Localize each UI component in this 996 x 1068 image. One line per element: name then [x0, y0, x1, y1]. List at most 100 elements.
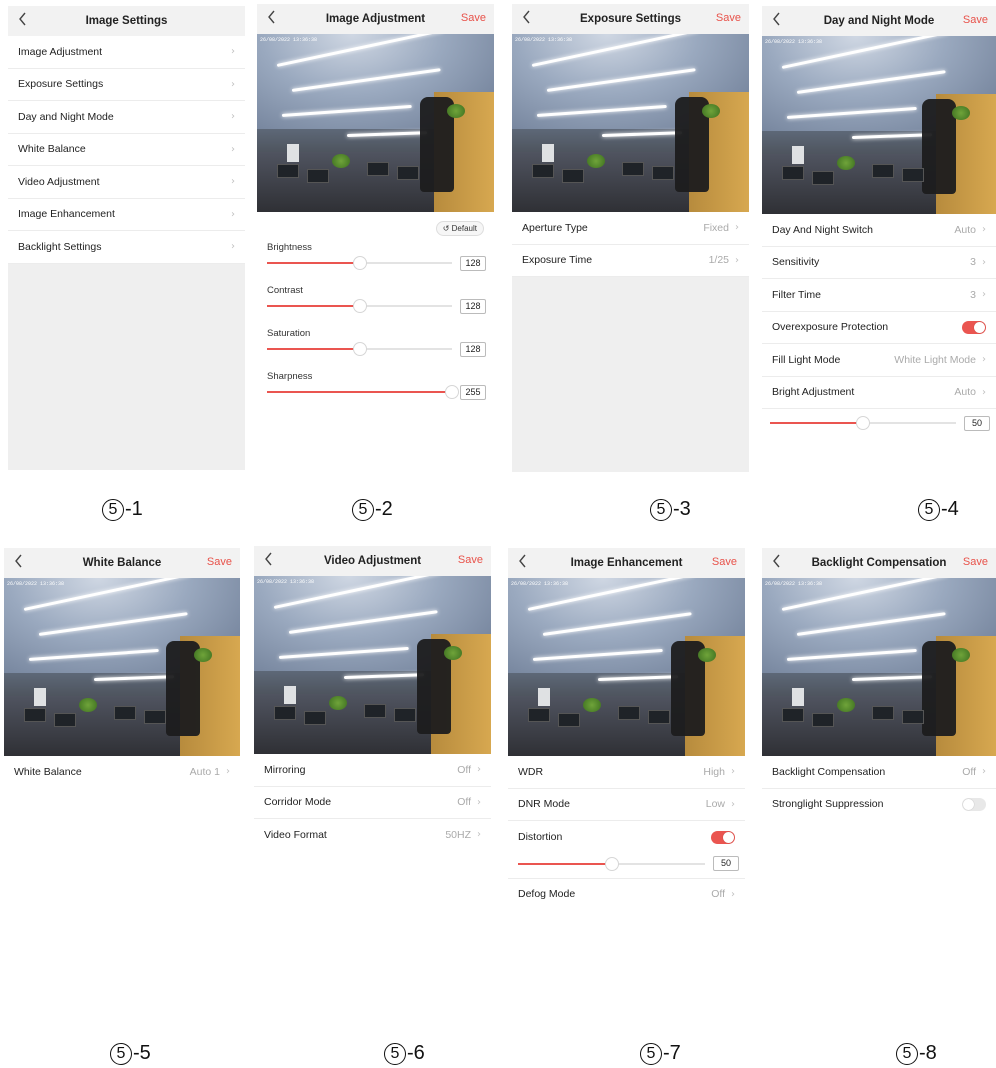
- suppression-toggle[interactable]: [962, 797, 986, 811]
- back-button[interactable]: [518, 554, 528, 568]
- chevron-left-icon: [773, 12, 780, 26]
- slider-thumb[interactable]: [604, 856, 619, 871]
- camera-timestamp: 26/08/2022 13:36:38: [257, 579, 315, 585]
- row-label: White Balance: [14, 765, 82, 778]
- sharpness-label: Sharpness: [267, 371, 313, 382]
- back-button[interactable]: [264, 552, 274, 566]
- page-title: Exposure Settings: [580, 13, 681, 25]
- menu-item-label: Day and Night Mode: [18, 110, 114, 123]
- saturation-label: Saturation: [267, 328, 311, 339]
- exposure-time-row[interactable]: Exposure Time 1/25 ›: [512, 245, 749, 277]
- row-value: Low: [705, 798, 725, 811]
- sensitivity-row[interactable]: Sensitivity 3 ›: [762, 247, 996, 279]
- contrast-slider[interactable]: 128: [267, 296, 486, 316]
- screen-image-adjustment: Image Adjustment Save 26/08/2022 13:36:3…: [257, 4, 494, 474]
- backlight-compensation-row[interactable]: Backlight Compensation Off ›: [762, 756, 996, 789]
- menu-item-day-night-mode[interactable]: Day and Night Mode ›: [8, 101, 245, 134]
- save-button[interactable]: Save: [963, 556, 988, 568]
- menu-item-video-adjustment[interactable]: Video Adjustment ›: [8, 166, 245, 199]
- chevron-right-icon: ›: [731, 888, 735, 900]
- chevron-right-icon: ›: [477, 829, 481, 841]
- chevron-left-icon: [268, 10, 275, 24]
- brightness-slider[interactable]: 128: [267, 253, 486, 273]
- saturation-slider[interactable]: 128: [267, 339, 486, 359]
- overexposure-toggle[interactable]: [962, 320, 986, 334]
- circled-number: 5: [640, 1042, 662, 1065]
- menu-item-label: Image Adjustment: [18, 45, 103, 58]
- circled-number: 5: [352, 498, 374, 521]
- back-button[interactable]: [267, 10, 277, 24]
- save-button[interactable]: Save: [716, 12, 741, 24]
- save-button[interactable]: Save: [458, 554, 483, 566]
- save-button[interactable]: Save: [963, 14, 988, 26]
- slider-thumb[interactable]: [445, 385, 459, 399]
- default-button[interactable]: ↺ Default: [435, 221, 484, 236]
- menu-item-exposure-settings[interactable]: Exposure Settings ›: [8, 69, 245, 101]
- corridor-mode-row[interactable]: Corridor Mode Off ›: [254, 787, 491, 819]
- header: Image Adjustment Save: [257, 4, 494, 34]
- day-night-switch-row[interactable]: Day And Night Switch Auto ›: [762, 214, 996, 247]
- row-value: 3: [970, 256, 976, 269]
- back-button[interactable]: [772, 12, 782, 26]
- caption-suffix: -6: [407, 1042, 425, 1065]
- filter-time-row[interactable]: Filter Time 3 ›: [762, 279, 996, 312]
- contrast-label: Contrast: [267, 285, 303, 296]
- slider-thumb[interactable]: [856, 416, 870, 430]
- menu-item-white-balance[interactable]: White Balance ›: [8, 134, 245, 166]
- save-button[interactable]: Save: [712, 556, 737, 568]
- header: Video Adjustment Save: [254, 546, 491, 576]
- settings-list: White Balance Auto 1 ›: [4, 756, 240, 788]
- distortion-value: 50: [713, 856, 739, 871]
- distortion-slider[interactable]: 50: [518, 854, 739, 874]
- bright-adjustment-slider[interactable]: 50: [770, 413, 990, 433]
- video-format-row[interactable]: Video Format 50HZ ›: [254, 819, 491, 851]
- camera-preview: 26/08/2022 13:36:38: [762, 36, 996, 214]
- fill-light-mode-row[interactable]: Fill Light Mode White Light Mode ›: [762, 344, 996, 377]
- caption-suffix: -5: [133, 1042, 151, 1065]
- slider-thumb[interactable]: [352, 256, 367, 270]
- settings-list: Backlight Compensation Off › Stronglight S…: [762, 756, 996, 820]
- menu-item-image-adjustment[interactable]: Image Adjustment ›: [8, 36, 245, 69]
- contrast-value: 128: [460, 298, 486, 314]
- menu-item-backlight-settings[interactable]: Backlight Settings ›: [8, 231, 245, 264]
- chevron-left-icon: [519, 554, 526, 568]
- sharpness-slider[interactable]: 255: [267, 382, 486, 402]
- save-button[interactable]: Save: [461, 12, 486, 24]
- slider-thumb[interactable]: [352, 342, 367, 356]
- circled-number: 5: [896, 1042, 918, 1065]
- header: Image Enhancement Save: [508, 548, 745, 578]
- bright-adjustment-row[interactable]: Bright Adjustment Auto ›: [762, 377, 996, 409]
- back-button[interactable]: [522, 10, 532, 24]
- page-title: White Balance: [82, 557, 162, 569]
- mirroring-row[interactable]: Mirroring Off ›: [254, 754, 491, 787]
- menu-item-image-enhancement[interactable]: Image Enhancement ›: [8, 199, 245, 231]
- back-button[interactable]: [772, 554, 782, 568]
- wdr-row[interactable]: WDR High ›: [508, 756, 745, 789]
- camera-preview: 26/08/2022 13:36:38: [762, 578, 996, 756]
- settings-list: Aperture Type Fixed › Exposure Time 1/25 ›: [512, 212, 749, 277]
- distortion-toggle[interactable]: [711, 830, 735, 844]
- chevron-right-icon: ›: [231, 46, 235, 58]
- save-button[interactable]: Save: [207, 556, 232, 568]
- screen-image-enhancement: Image Enhancement Save 26/08/2022 13:36:…: [508, 548, 745, 910]
- white-balance-row[interactable]: White Balance Auto 1 ›: [4, 756, 240, 788]
- screen-backlight-compensation: Backlight Compensation Save 26/08/2022 1…: [762, 548, 996, 820]
- slider-group: Brightness 128 Contrast 128 Saturation 1…: [257, 242, 494, 414]
- back-button[interactable]: [14, 554, 24, 568]
- row-value: Auto 1: [189, 765, 220, 778]
- row-label: Fill Light Mode: [772, 353, 841, 366]
- row-value: High: [703, 765, 725, 778]
- chevron-right-icon: ›: [231, 143, 235, 155]
- back-button[interactable]: [18, 12, 28, 26]
- caption-5-4: 5 -4: [918, 498, 959, 521]
- row-value: Off: [457, 763, 471, 776]
- row-value: Off: [962, 765, 976, 778]
- dnr-mode-row[interactable]: DNR Mode Low ›: [508, 789, 745, 821]
- caption-suffix: -1: [125, 498, 143, 521]
- slider-thumb[interactable]: [352, 299, 367, 313]
- row-value: Auto: [954, 386, 976, 399]
- defog-mode-row[interactable]: Defog Mode Off ›: [508, 879, 745, 911]
- brightness-label: Brightness: [267, 242, 312, 253]
- aperture-type-row[interactable]: Aperture Type Fixed ›: [512, 212, 749, 245]
- caption-5-3: 5 -3: [650, 498, 691, 521]
